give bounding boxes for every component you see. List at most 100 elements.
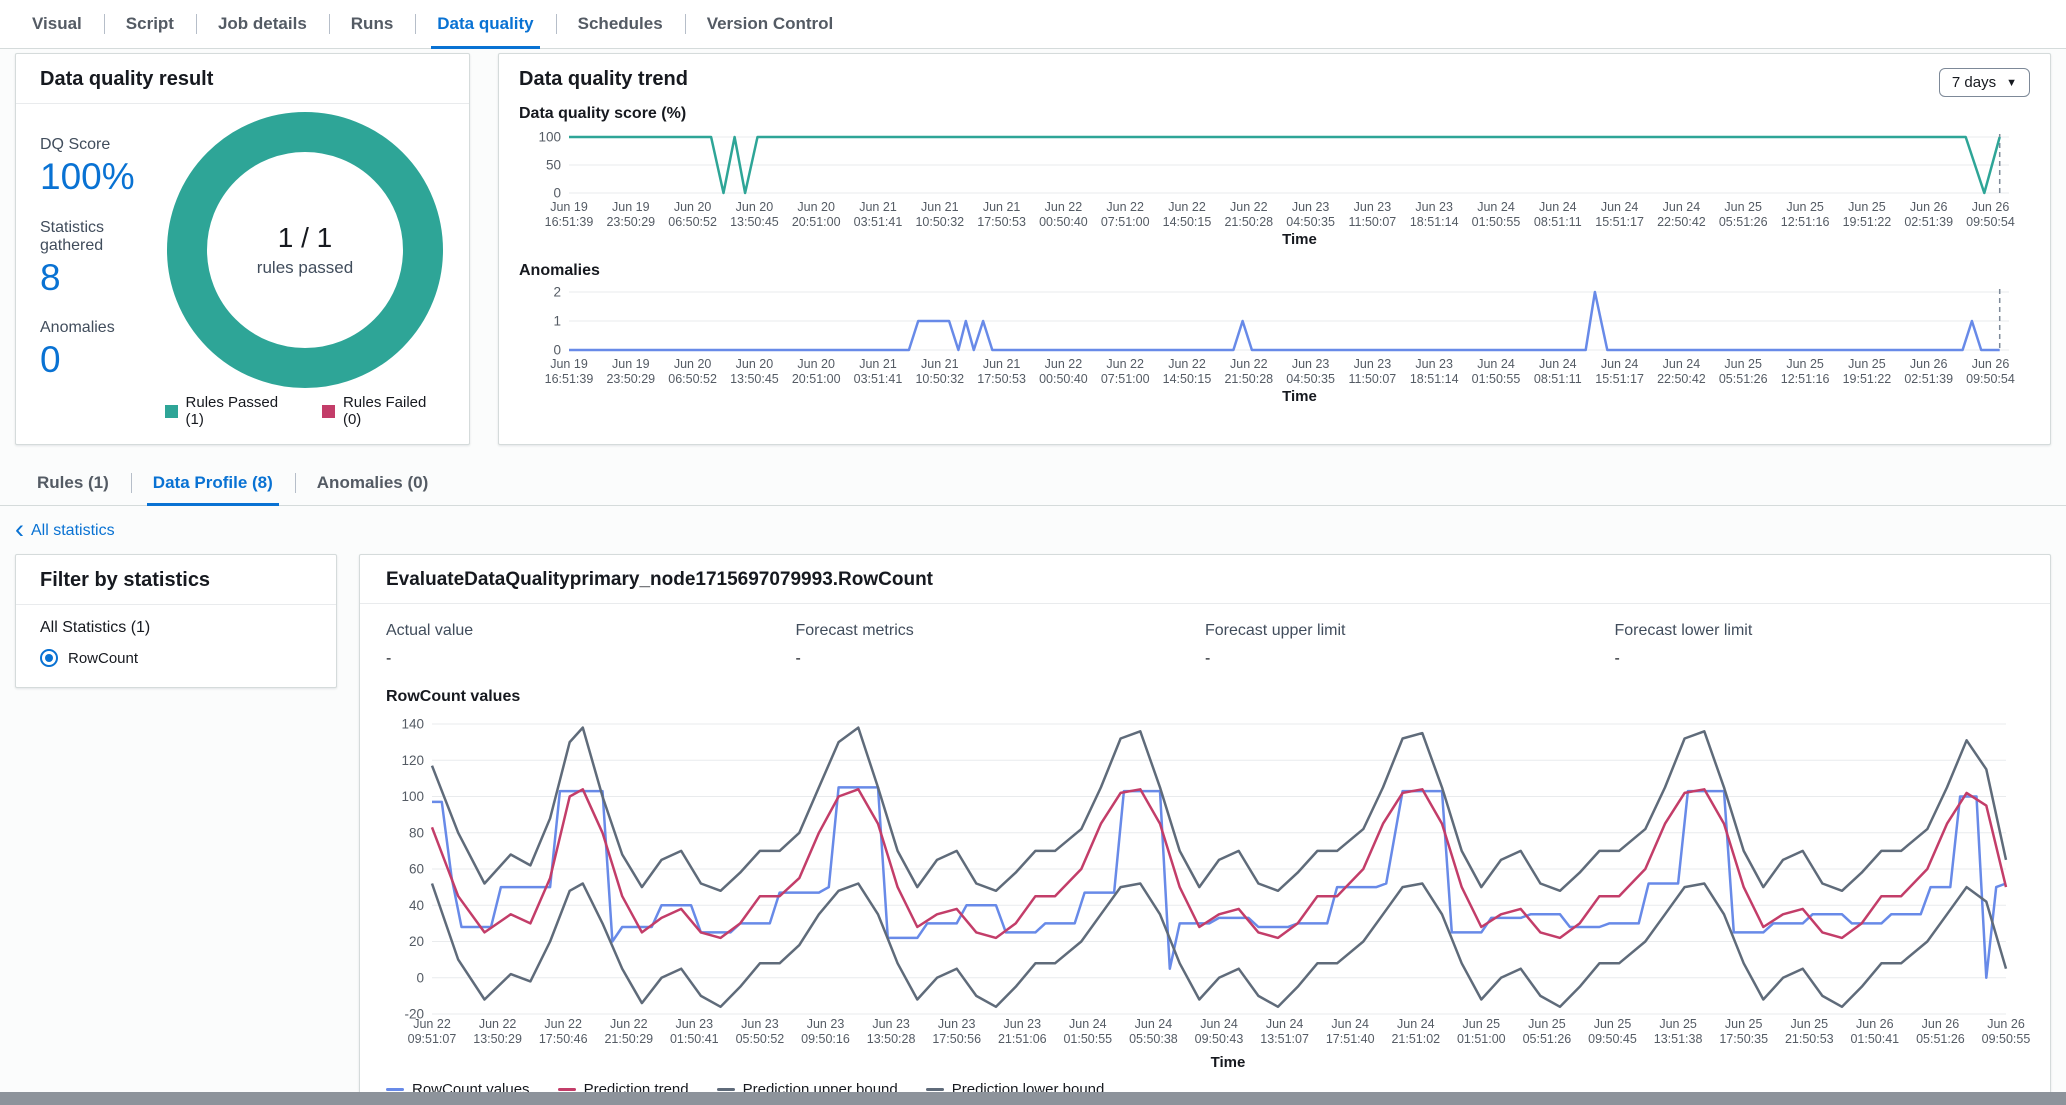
svg-text:Jun 24: Jun 24	[1539, 200, 1577, 214]
trend-card-title: Data quality trend	[519, 68, 688, 90]
legend-rules-passed[interactable]: Rules Passed (1)	[165, 394, 296, 428]
rules-passed-swatch-icon	[165, 404, 178, 418]
subtab-data-profile[interactable]: Data Profile (8)	[130, 461, 295, 506]
svg-text:21:50:28: 21:50:28	[1224, 215, 1273, 229]
svg-text:Jun 26: Jun 26	[1972, 200, 2010, 214]
svg-text:1: 1	[553, 314, 561, 329]
radio-rowcount[interactable]: RowCount	[40, 649, 312, 667]
subtab-rules[interactable]: Rules (1)	[15, 461, 131, 505]
svg-text:Jun 19: Jun 19	[612, 357, 650, 371]
svg-text:Jun 23: Jun 23	[872, 1017, 910, 1031]
svg-text:05:51:26: 05:51:26	[1916, 1032, 1965, 1046]
svg-text:Jun 25: Jun 25	[1724, 200, 1762, 214]
svg-text:Jun 24: Jun 24	[1266, 1017, 1304, 1031]
svg-text:Jun 23: Jun 23	[938, 1017, 976, 1031]
metric-forecast-metrics: Forecast metrics -	[796, 622, 1206, 668]
svg-text:Jun 22: Jun 22	[1230, 357, 1268, 371]
svg-text:Jun 23: Jun 23	[1415, 357, 1453, 371]
metric-label: Forecast metrics	[795, 622, 914, 639]
svg-text:100: 100	[538, 130, 561, 145]
svg-text:18:51:14: 18:51:14	[1410, 215, 1459, 229]
svg-text:13:50:45: 13:50:45	[730, 215, 779, 229]
svg-text:2: 2	[553, 285, 561, 300]
svg-text:Jun 26: Jun 26	[1922, 1017, 1960, 1031]
svg-text:Jun 22: Jun 22	[1045, 200, 1083, 214]
svg-text:Jun 24: Jun 24	[1601, 357, 1639, 371]
svg-text:Jun 23: Jun 23	[1354, 357, 1392, 371]
svg-text:Jun 24: Jun 24	[1663, 200, 1701, 214]
tab-script[interactable]: Script	[103, 0, 196, 48]
svg-text:23:50:29: 23:50:29	[606, 215, 655, 229]
svg-text:Jun 20: Jun 20	[736, 200, 774, 214]
svg-text:Jun 22: Jun 22	[479, 1017, 517, 1031]
chevron-down-icon: ▼	[2006, 76, 2017, 89]
svg-text:Jun 23: Jun 23	[1004, 1017, 1042, 1031]
time-axis-label: Time	[1282, 231, 1317, 248]
tab-version-control[interactable]: Version Control	[684, 0, 856, 48]
svg-text:05:50:52: 05:50:52	[736, 1032, 785, 1046]
filter-card-title: Filter by statistics	[16, 555, 336, 605]
svg-text:Jun 21: Jun 21	[921, 200, 959, 214]
all-statistics-label: All statistics	[31, 522, 115, 539]
svg-text:Jun 20: Jun 20	[797, 200, 835, 214]
legend-rules-failed[interactable]: Rules Failed (0)	[322, 394, 445, 428]
svg-text:Jun 24: Jun 24	[1601, 200, 1639, 214]
rowcount-values-chart[interactable]: -20020406080100120140Jun 2209:51:07Jun 2…	[386, 716, 2030, 1052]
svg-text:15:51:17: 15:51:17	[1595, 215, 1644, 229]
svg-text:Jun 26: Jun 26	[1910, 200, 1948, 214]
svg-text:Jun 24: Jun 24	[1397, 1017, 1435, 1031]
svg-text:140: 140	[401, 717, 424, 732]
chevron-left-icon: ‹	[15, 514, 24, 544]
page-content: Data quality result DQ Score 100% Statis…	[0, 49, 2066, 1105]
tab-data-quality[interactable]: Data quality	[415, 0, 555, 49]
svg-text:00:50:40: 00:50:40	[1039, 215, 1088, 229]
data-quality-result-card: Data quality result DQ Score 100% Statis…	[15, 53, 470, 445]
svg-text:Jun 25: Jun 25	[1463, 1017, 1501, 1031]
all-statistics-link[interactable]: ‹ All statistics	[15, 514, 115, 544]
svg-text:Jun 25: Jun 25	[1659, 1017, 1697, 1031]
svg-text:Jun 21: Jun 21	[983, 200, 1021, 214]
svg-text:17:50:53: 17:50:53	[977, 215, 1026, 229]
svg-text:Jun 24: Jun 24	[1200, 1017, 1238, 1031]
legend-rules-passed-label: Rules Passed (1)	[185, 394, 279, 428]
metric-value: -	[386, 650, 392, 667]
svg-text:Jun 22: Jun 22	[1106, 200, 1144, 214]
tab-job-details[interactable]: Job details	[195, 0, 329, 48]
svg-text:Jun 25: Jun 25	[1791, 1017, 1829, 1031]
tab-runs[interactable]: Runs	[328, 0, 416, 48]
rules-donut-chart[interactable]	[165, 110, 445, 390]
metric-value: -	[1205, 650, 1211, 667]
svg-text:Jun 22: Jun 22	[1045, 357, 1083, 371]
svg-text:01:50:55: 01:50:55	[1063, 1032, 1112, 1046]
svg-text:12:51:16: 12:51:16	[1781, 215, 1830, 229]
time-range-select[interactable]: 7 days ▼	[1938, 68, 2030, 97]
dq-score-chart-title: Data quality score (%)	[519, 105, 687, 122]
svg-text:Jun 25: Jun 25	[1786, 357, 1824, 371]
donut-legend: Rules Passed (1) Rules Failed (0)	[165, 394, 445, 428]
tab-visual[interactable]: Visual	[10, 0, 104, 48]
svg-text:01:50:55: 01:50:55	[1472, 215, 1521, 229]
svg-text:Jun 23: Jun 23	[676, 1017, 714, 1031]
tab-schedules[interactable]: Schedules	[555, 0, 685, 48]
svg-text:17:50:35: 17:50:35	[1719, 1032, 1768, 1046]
svg-text:09:50:43: 09:50:43	[1195, 1032, 1244, 1046]
bottom-scrollbar-strip[interactable]	[0, 1092, 2066, 1105]
time-range-value: 7 days	[1951, 74, 1997, 91]
svg-text:Jun 20: Jun 20	[674, 357, 712, 371]
dq-score-label: DQ Score	[40, 136, 111, 153]
svg-text:04:50:35: 04:50:35	[1286, 215, 1335, 229]
svg-text:07:51:00: 07:51:00	[1101, 215, 1150, 229]
dq-score-trend-chart[interactable]: 050100Jun 1916:51:39Jun 1923:50:29Jun 20…	[519, 127, 2018, 231]
svg-text:Jun 22: Jun 22	[413, 1017, 451, 1031]
anomalies-trend-chart[interactable]: 012Jun 1916:51:39Jun 1923:50:29Jun 2006:…	[519, 284, 2018, 388]
svg-text:10:50:32: 10:50:32	[915, 372, 964, 386]
svg-text:Jun 24: Jun 24	[1477, 357, 1515, 371]
svg-text:Jun 20: Jun 20	[797, 357, 835, 371]
svg-text:Jun 21: Jun 21	[921, 357, 959, 371]
subtab-anomalies[interactable]: Anomalies (0)	[294, 461, 450, 505]
metric-value: -	[795, 650, 801, 667]
svg-text:05:51:26: 05:51:26	[1719, 372, 1768, 386]
svg-text:06:50:52: 06:50:52	[668, 372, 717, 386]
svg-text:Jun 26: Jun 26	[1987, 1017, 2025, 1031]
svg-text:17:50:56: 17:50:56	[932, 1032, 981, 1046]
